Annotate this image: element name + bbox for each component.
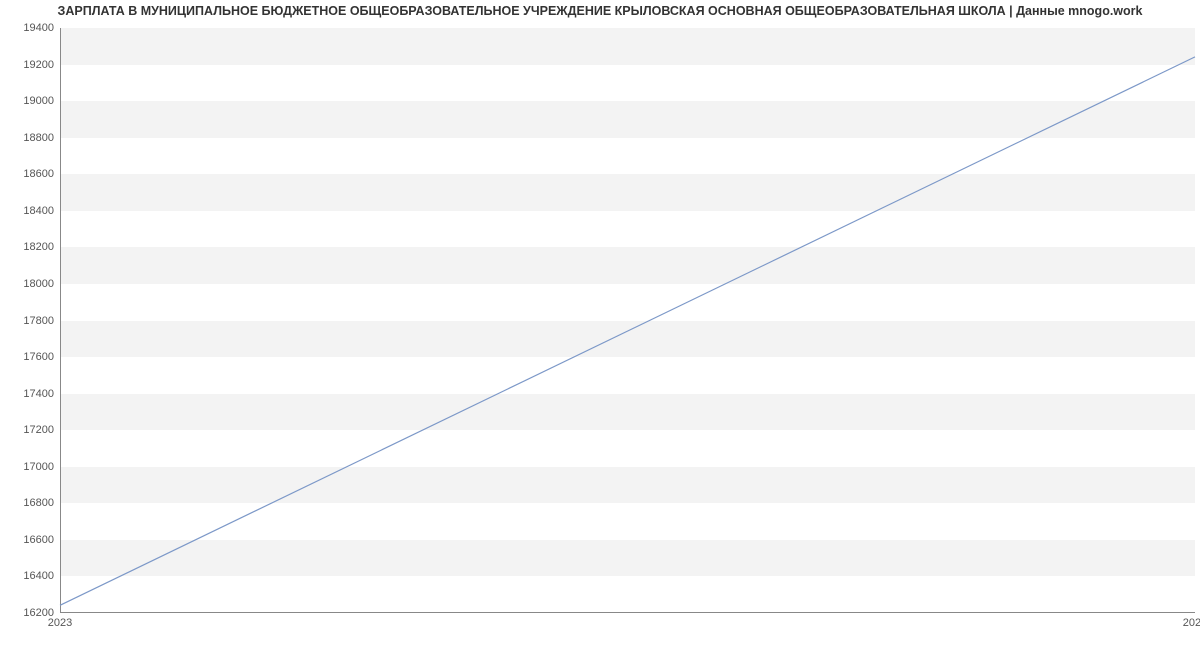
y-tick-label: 18400 [23, 205, 54, 217]
y-tick-label: 16400 [23, 570, 54, 582]
y-tick-label: 17600 [23, 351, 54, 363]
chart-title: ЗАРПЛАТА В МУНИЦИПАЛЬНОЕ БЮДЖЕТНОЕ ОБЩЕО… [0, 4, 1200, 18]
plot-area: 1620016400166001680017000172001740017600… [60, 28, 1195, 613]
y-tick-label: 19400 [23, 22, 54, 34]
y-tick-label: 19200 [23, 59, 54, 71]
x-tick-label: 2024 [1183, 617, 1200, 629]
y-tick-label: 17000 [23, 461, 54, 473]
y-tick-label: 18800 [23, 132, 54, 144]
y-tick-label: 17200 [23, 424, 54, 436]
y-tick-label: 18000 [23, 278, 54, 290]
y-tick-label: 19000 [23, 95, 54, 107]
y-tick-label: 16600 [23, 534, 54, 546]
y-tick-label: 18200 [23, 241, 54, 253]
y-tick-label: 17800 [23, 315, 54, 327]
line-series [60, 28, 1195, 613]
y-tick-label: 17400 [23, 388, 54, 400]
x-tick-label: 2023 [48, 617, 72, 629]
y-tick-label: 16800 [23, 497, 54, 509]
y-tick-label: 18600 [23, 168, 54, 180]
